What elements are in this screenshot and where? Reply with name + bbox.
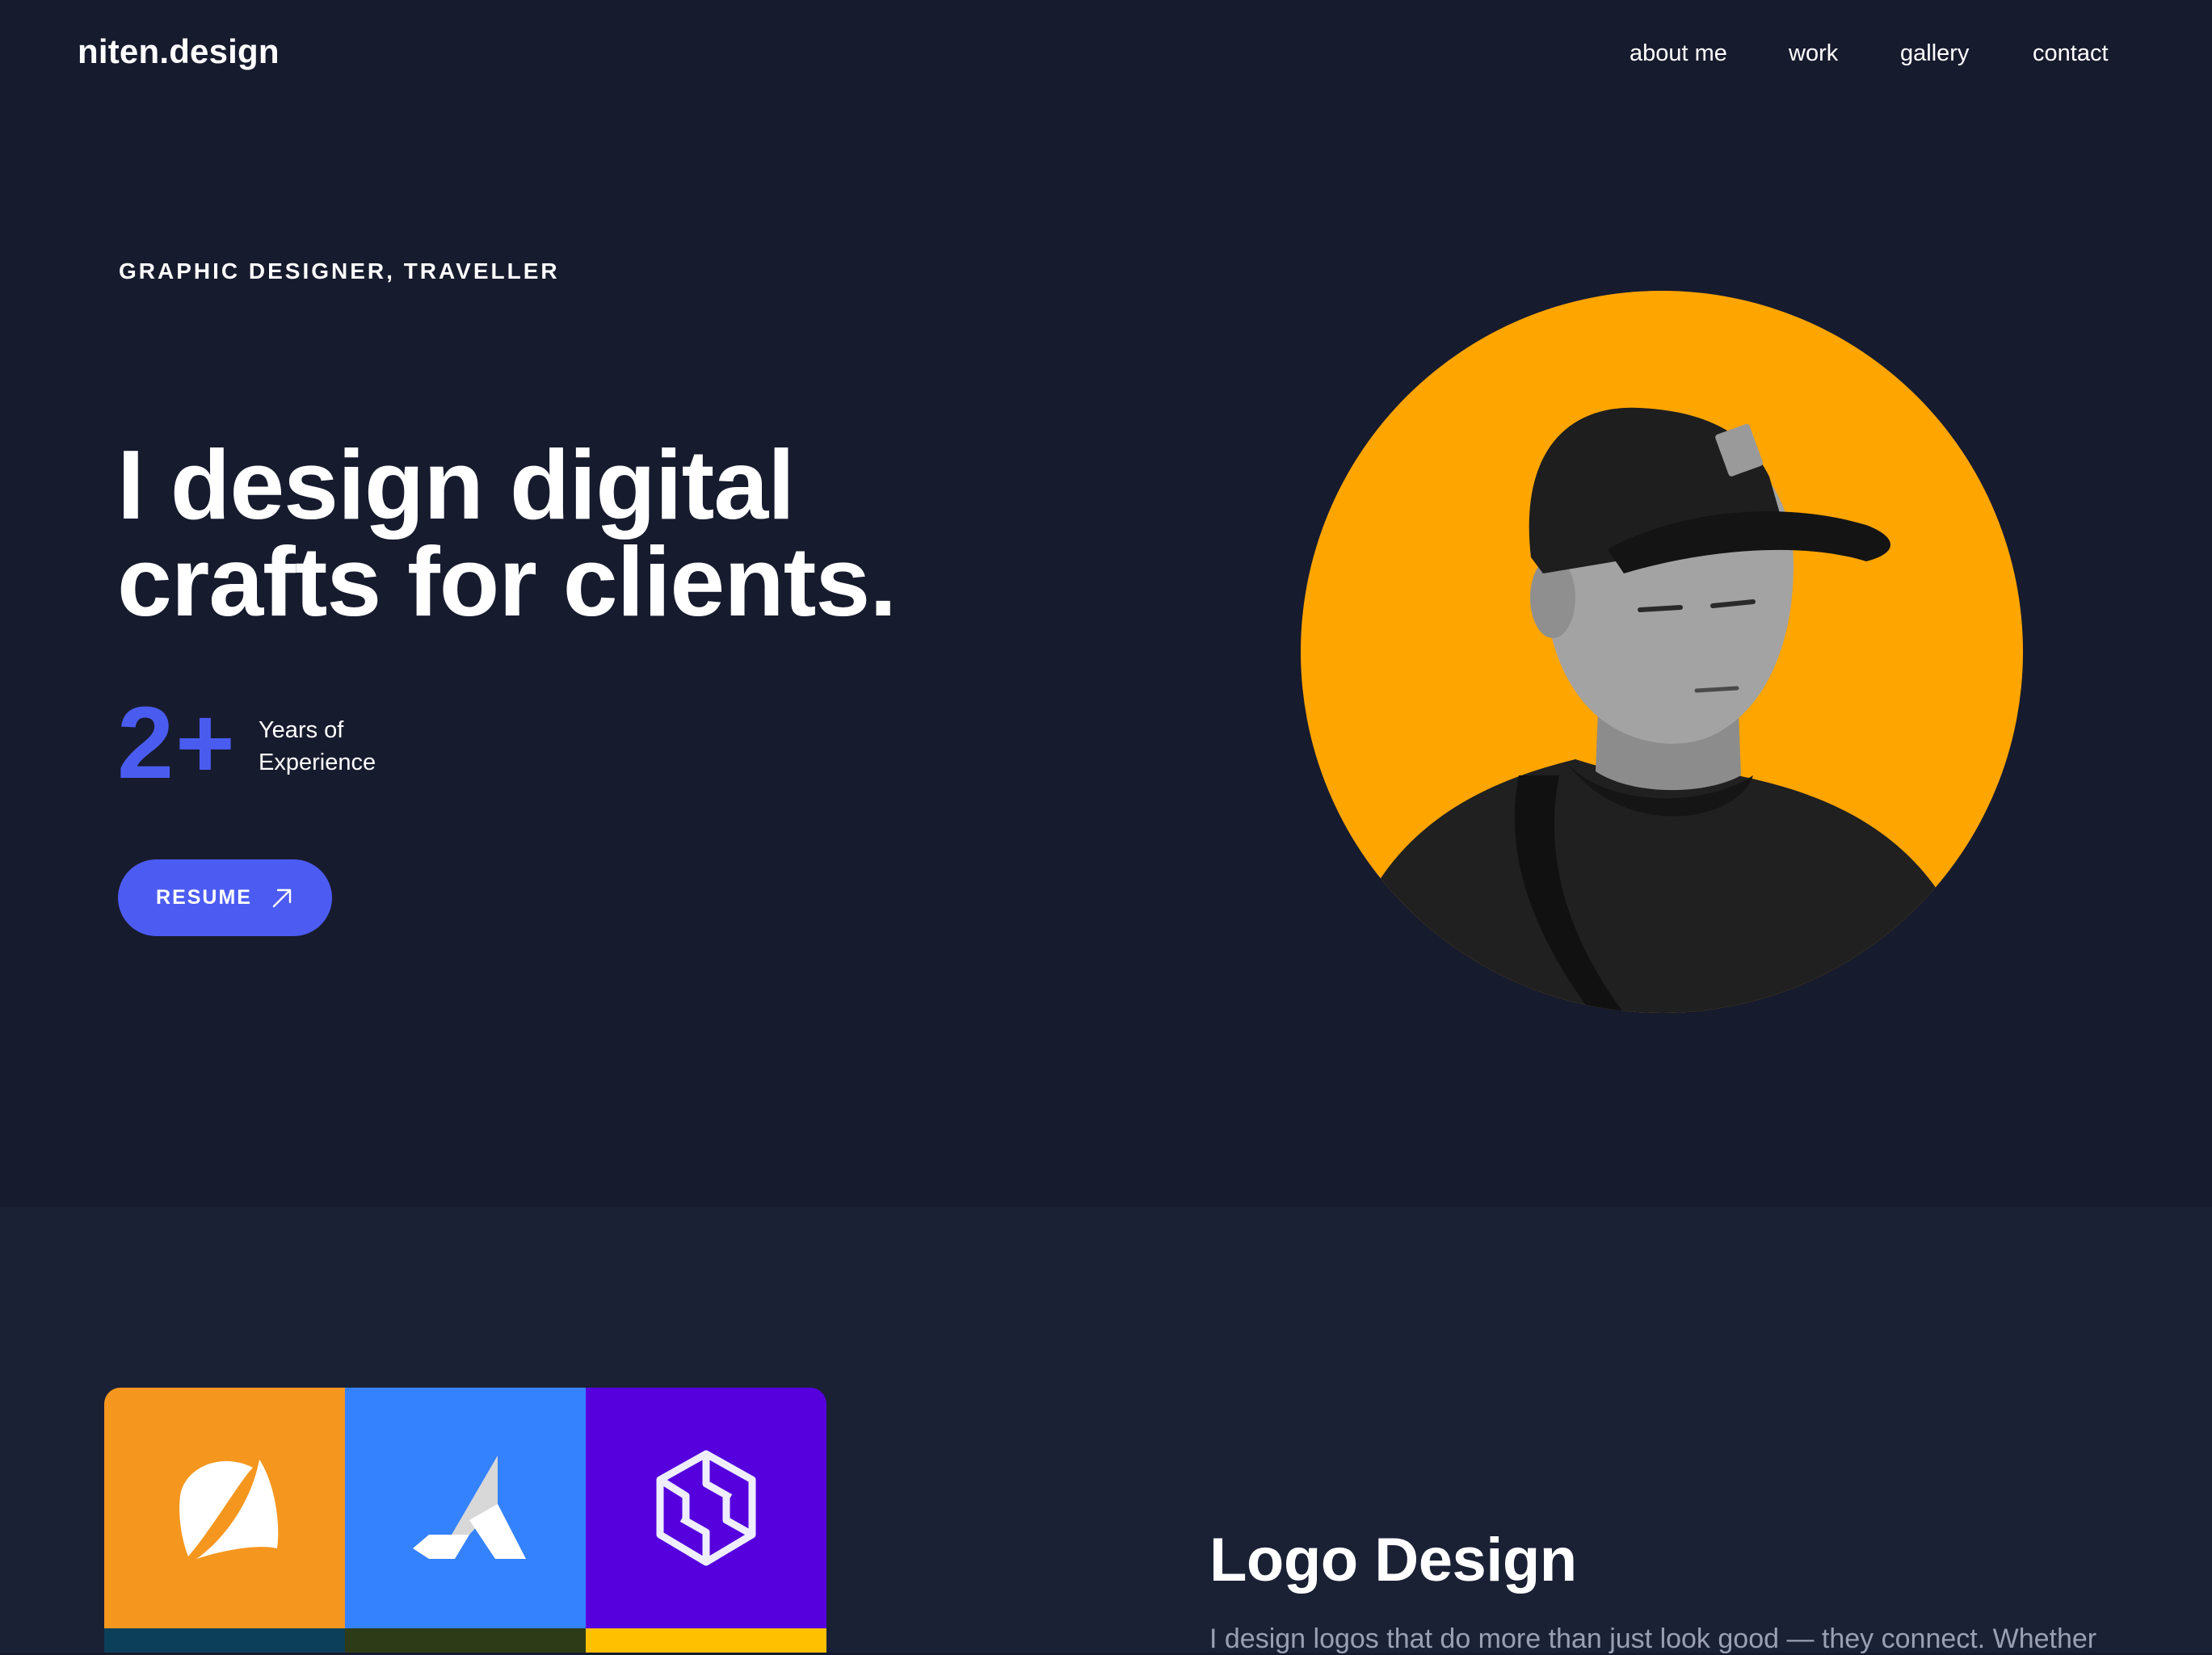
k-arrow-logo-icon: [413, 1455, 526, 1559]
hero-headline-line-1: I design digital: [117, 430, 795, 540]
person-illustration: [1301, 407, 2023, 1013]
hexagon-chain-logo-icon: [656, 1450, 756, 1566]
hero-headline-line-2: crafts for clients.: [117, 527, 897, 636]
tile-teal[interactable]: [104, 1628, 345, 1653]
experience-stat-label-line-1: Years of: [259, 717, 344, 743]
logo-design-description: I design logos that do more than just lo…: [1209, 1623, 2097, 1654]
tile-olive[interactable]: [345, 1628, 586, 1653]
tile-leaf-sail[interactable]: [104, 1388, 345, 1628]
experience-stat-label: Years of Experience: [259, 714, 376, 779]
hero-eyebrow: GRAPHIC DESIGNER, TRAVELLER: [119, 258, 560, 284]
experience-stat-label-line-2: Experience: [259, 750, 376, 775]
resume-button[interactable]: RESUME: [118, 859, 332, 936]
site-header: niten.design about me work gallery conta…: [0, 0, 2212, 113]
logo-tiles-grid[interactable]: [104, 1388, 826, 1653]
hero-headline: I design digital crafts for clients.: [117, 430, 897, 636]
tile-hexagon-chain[interactable]: [586, 1388, 826, 1628]
nav-link-about[interactable]: about me: [1630, 40, 1727, 67]
resume-button-label: RESUME: [156, 886, 252, 909]
nav-link-gallery[interactable]: gallery: [1900, 40, 1969, 67]
main-nav: about me work gallery contact: [0, 40, 2212, 73]
nav-link-contact[interactable]: contact: [2033, 40, 2109, 67]
tile-k-arrow[interactable]: [345, 1388, 586, 1628]
tile-yellow[interactable]: [586, 1628, 826, 1653]
arrow-up-right-icon: [272, 888, 292, 907]
experience-stat-value: 2+: [117, 686, 237, 800]
logo-design-title: Logo Design: [1209, 1526, 1577, 1594]
leaf-sail-logo-icon: [179, 1460, 279, 1559]
profile-portrait: [1301, 291, 2023, 1013]
nav-link-work[interactable]: work: [1789, 40, 1838, 67]
